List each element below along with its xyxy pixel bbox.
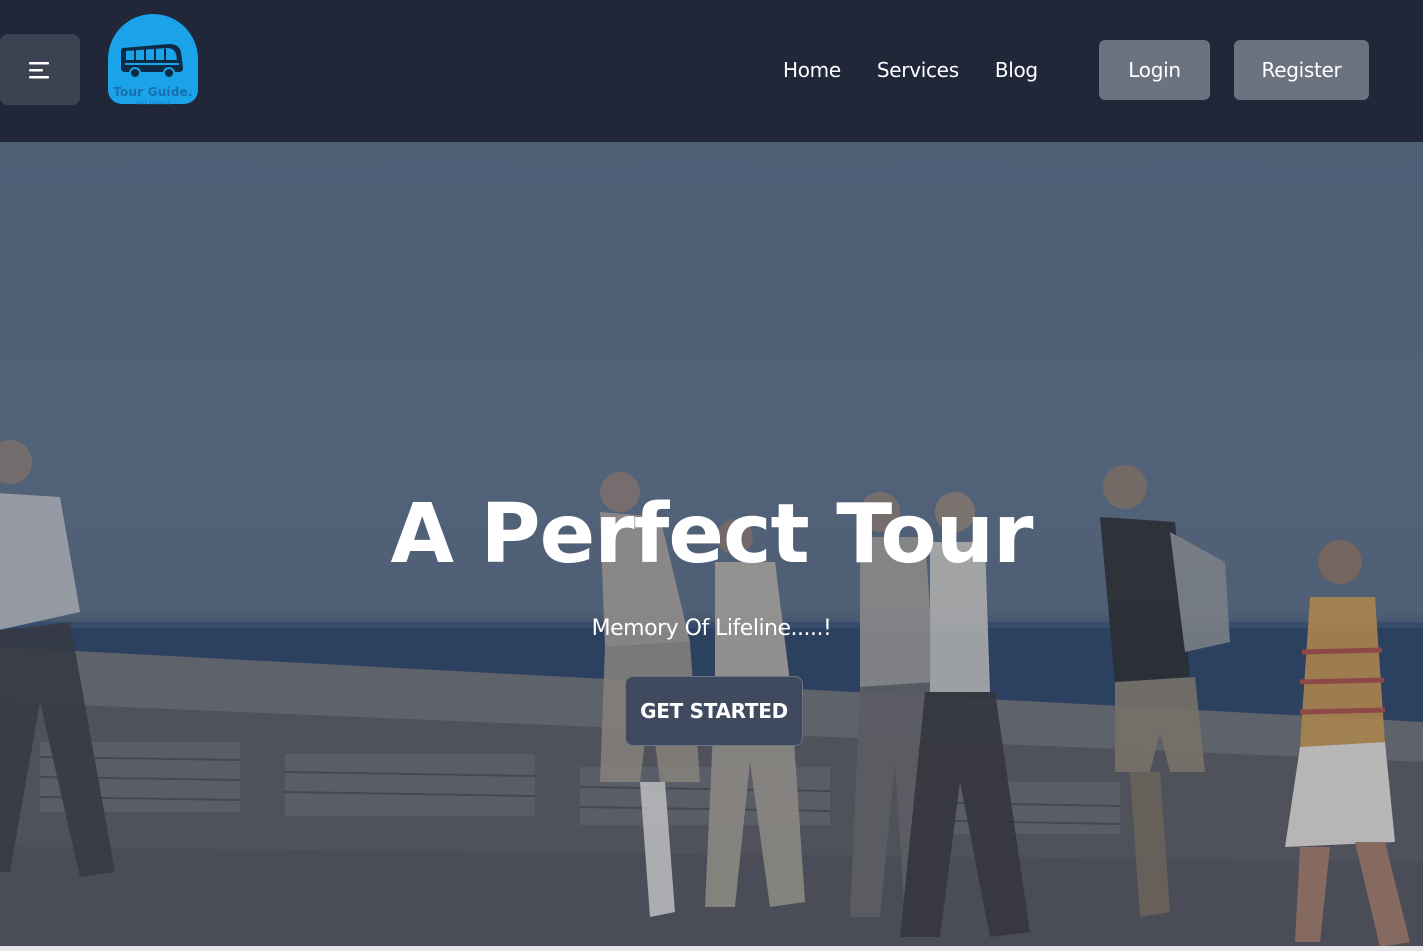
site-header: Tour Guide. SAFE TRAVELS Home Services B… (0, 0, 1423, 142)
nav-link-blog[interactable]: Blog (995, 58, 1038, 82)
nav-link-services[interactable]: Services (877, 58, 959, 82)
bottom-divider (0, 946, 1423, 951)
register-button[interactable]: Register (1234, 40, 1369, 100)
nav-link-home[interactable]: Home (783, 58, 841, 82)
bus-icon (121, 44, 183, 79)
hamburger-menu-icon (29, 61, 49, 78)
hero-title: A Perfect Tour (390, 487, 1034, 582)
hero-subtitle: Memory Of Lifeline.....! (591, 616, 832, 641)
logo-tagline: SAFE TRAVELS (135, 101, 171, 106)
get-started-button[interactable]: GET STARTED (625, 676, 803, 746)
logo-name: Tour Guide. (113, 85, 193, 99)
main-nav: Home Services Blog (783, 58, 1074, 82)
site-logo[interactable]: Tour Guide. SAFE TRAVELS (108, 14, 198, 108)
menu-toggle-button[interactable] (0, 34, 80, 105)
login-button[interactable]: Login (1099, 40, 1210, 100)
hero-section: A Perfect Tour Memory Of Lifeline.....! … (0, 142, 1423, 951)
